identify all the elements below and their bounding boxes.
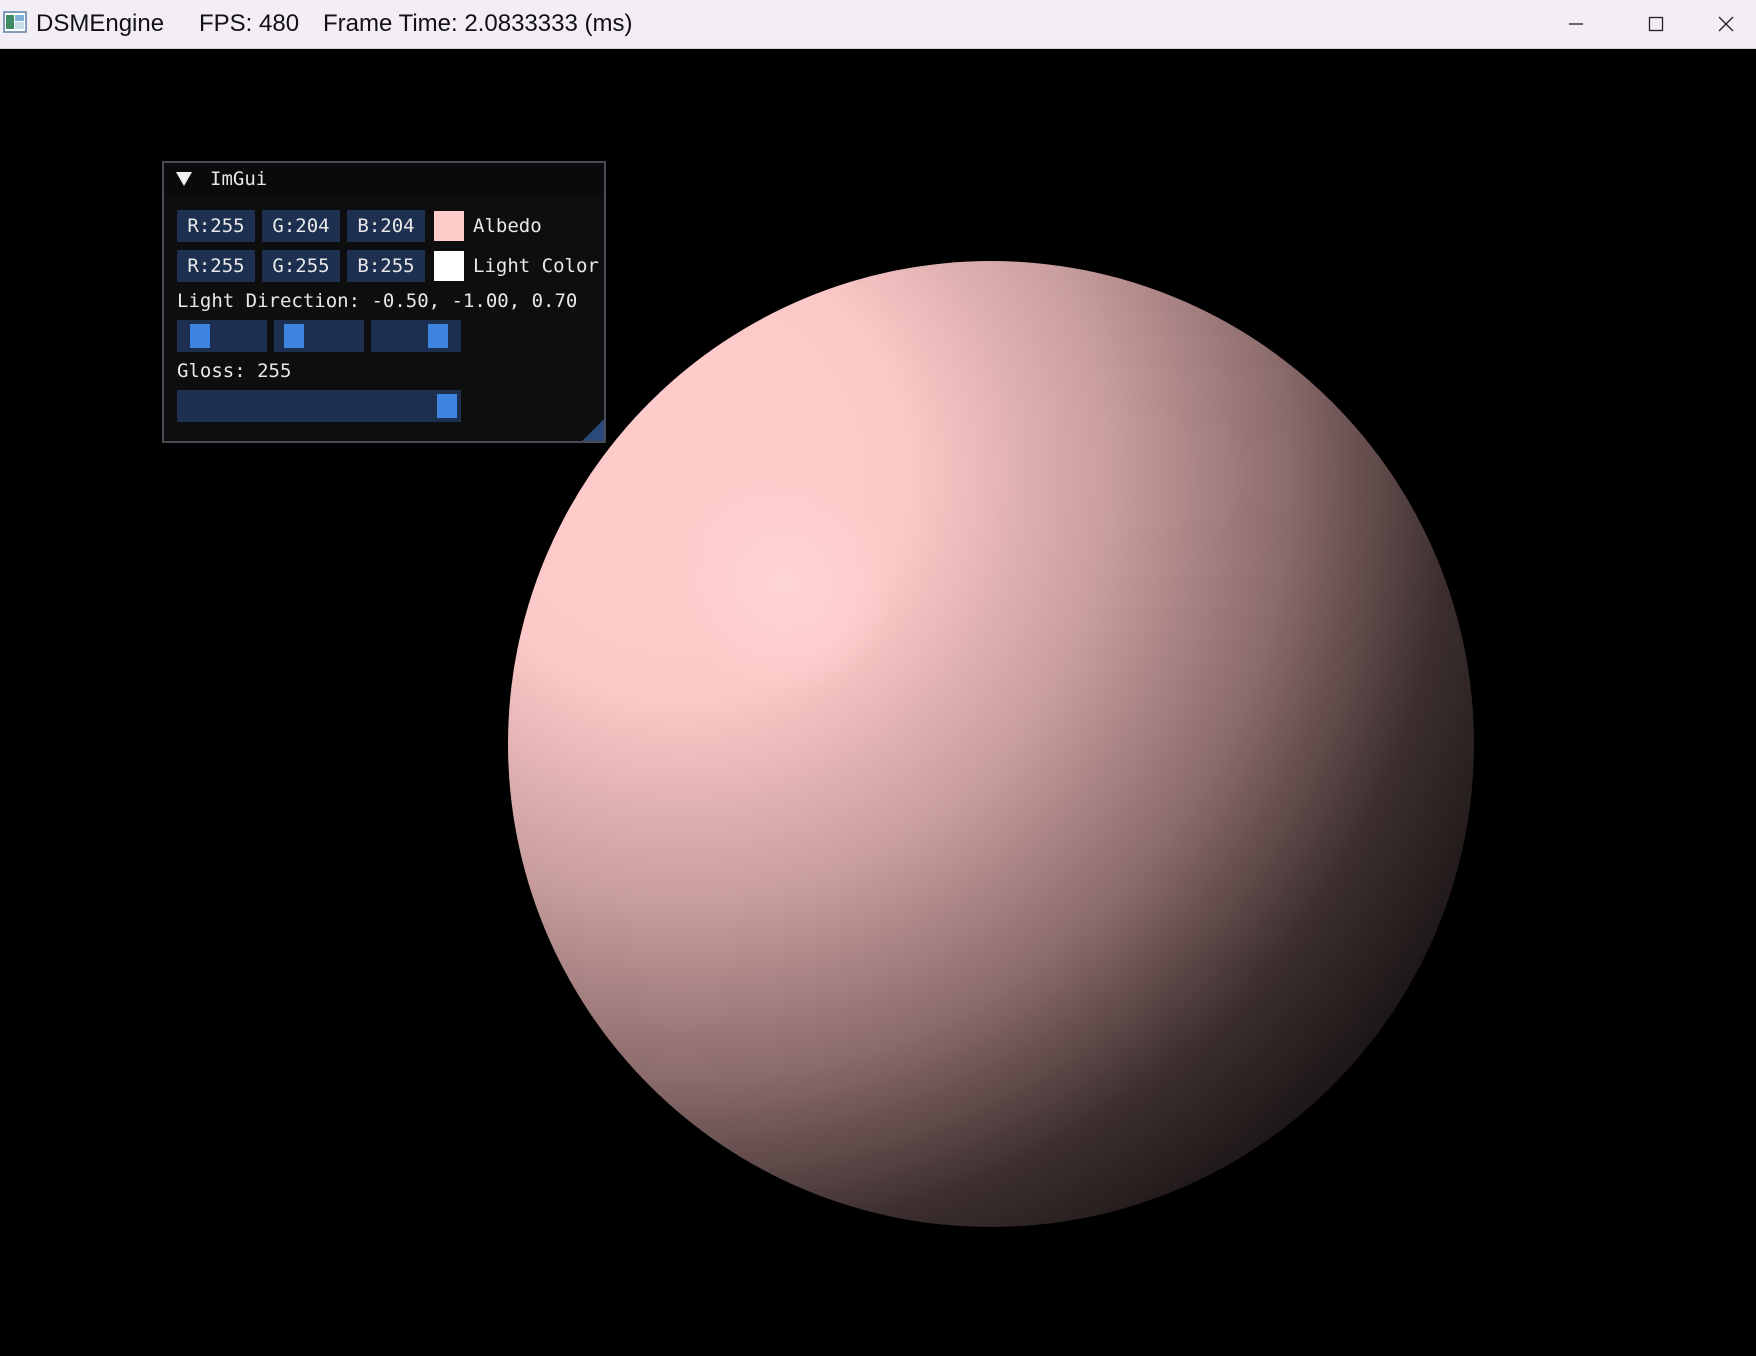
fps-readout: FPS: 480 [199, 10, 300, 37]
imgui-window[interactable]: ImGui R:255 G:204 B:204 Albedo R:255 G:2… [162, 161, 606, 443]
minimize-button[interactable] [1536, 0, 1616, 48]
window-titlebar: DSMEngine FPS: 480 Frame Time: 2.0833333… [0, 0, 1756, 49]
maximize-button[interactable] [1616, 0, 1696, 48]
imgui-titlebar[interactable]: ImGui [164, 163, 604, 195]
collapse-triangle-icon[interactable] [176, 172, 192, 186]
close-button[interactable] [1696, 0, 1756, 48]
albedo-color-swatch[interactable] [434, 211, 464, 241]
light-color-r-field[interactable]: R:255 [177, 250, 255, 282]
light-color-swatch[interactable] [434, 251, 464, 281]
slider-grab[interactable] [284, 324, 305, 348]
light-color-label: Light Color [473, 255, 599, 277]
gloss-slider[interactable] [177, 390, 461, 422]
light-direction-label: Light Direction: -0.50, -1.00, 0.70 [177, 290, 578, 312]
albedo-label: Albedo [473, 215, 542, 237]
resize-grip-icon[interactable] [582, 419, 604, 441]
app-icon [3, 11, 27, 33]
albedo-g-field[interactable]: G:204 [262, 210, 340, 242]
gloss-label: Gloss: 255 [177, 360, 292, 382]
frame-time-readout: Frame Time: 2.0833333 (ms) [323, 10, 633, 37]
light-direction-z-slider[interactable] [371, 320, 461, 352]
light-color-g-field[interactable]: G:255 [262, 250, 340, 282]
minimize-icon [1569, 23, 1583, 25]
light-direction-y-slider[interactable] [274, 320, 364, 352]
close-icon [1718, 16, 1734, 32]
imgui-title: ImGui [210, 168, 268, 190]
slider-grab[interactable] [437, 394, 457, 418]
app-title: DSMEngine [36, 10, 165, 37]
albedo-r-field[interactable]: R:255 [177, 210, 255, 242]
slider-grab[interactable] [190, 324, 211, 348]
light-color-b-field[interactable]: B:255 [347, 250, 425, 282]
light-direction-x-slider[interactable] [177, 320, 267, 352]
albedo-b-field[interactable]: B:204 [347, 210, 425, 242]
maximize-icon [1648, 16, 1664, 32]
slider-grab[interactable] [427, 324, 448, 348]
